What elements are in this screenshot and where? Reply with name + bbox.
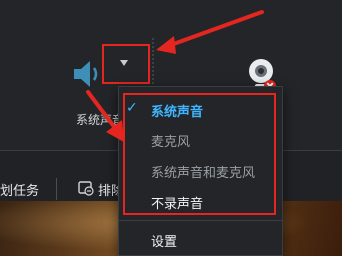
arrow-to-menu bbox=[86, 90, 124, 142]
annotation-arrows bbox=[86, 10, 264, 142]
arrow-to-dropdown bbox=[156, 10, 264, 54]
